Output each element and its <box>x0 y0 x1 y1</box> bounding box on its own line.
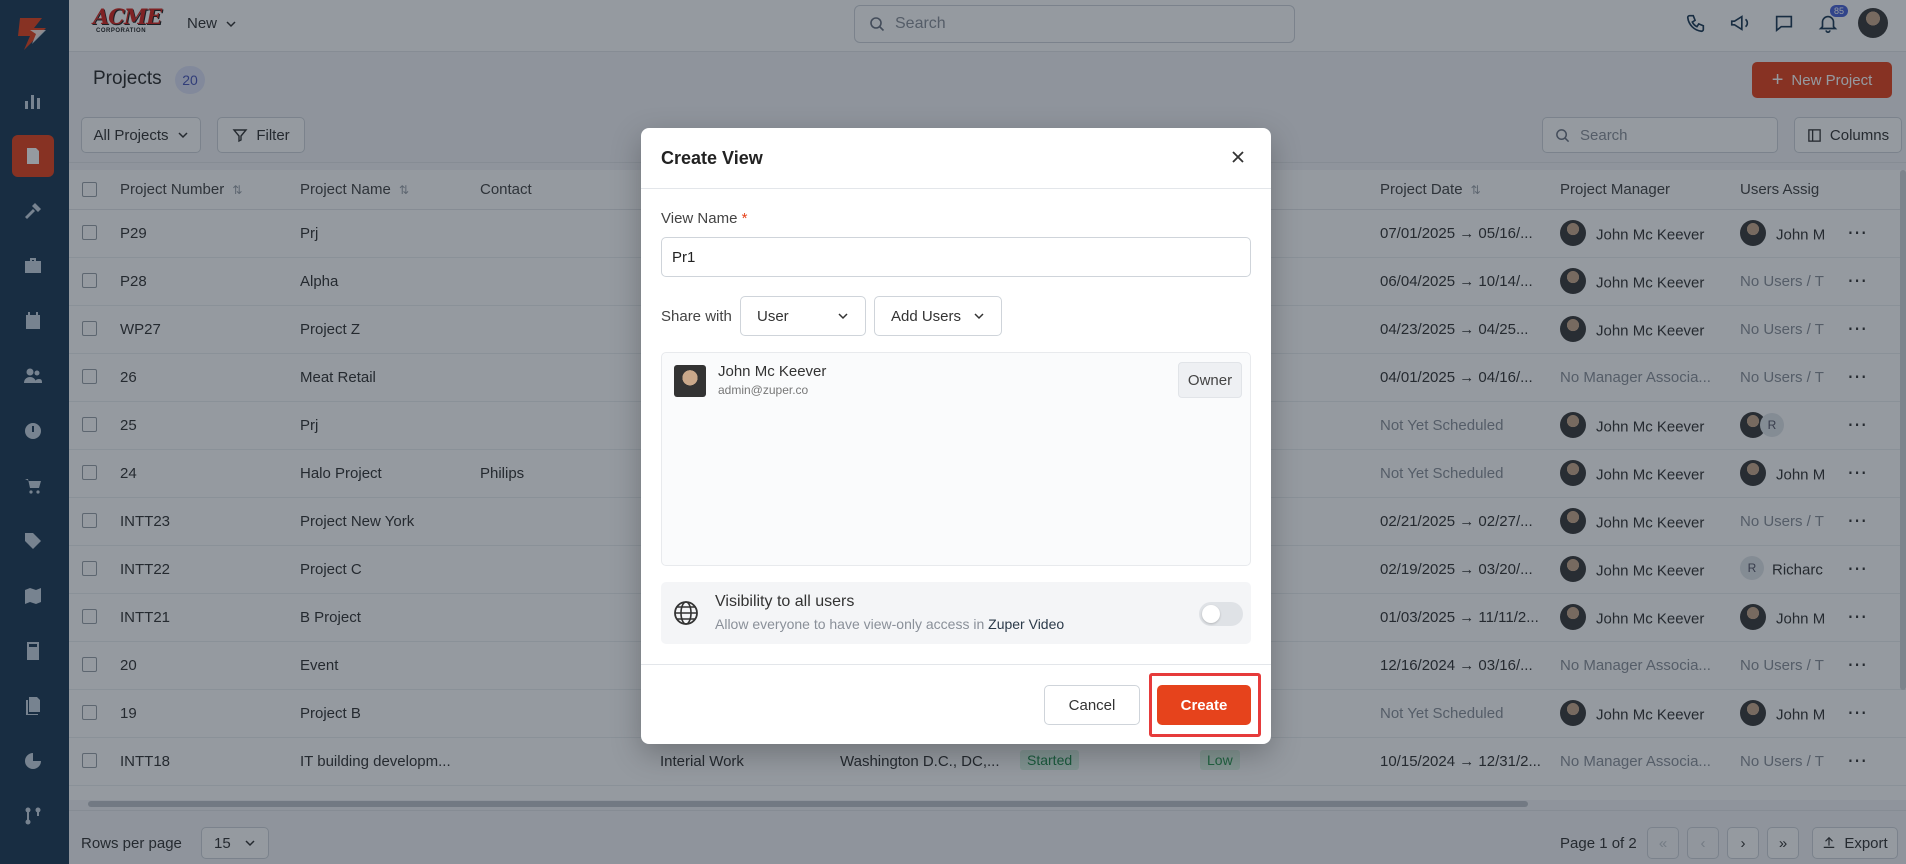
view-name-label-text: View Name <box>661 210 738 227</box>
view-name-input[interactable] <box>661 237 1251 277</box>
dialog-title: Create View <box>661 148 763 168</box>
create-button[interactable]: Create <box>1157 685 1251 725</box>
avatar <box>674 365 706 397</box>
shared-user-email: admin@zuper.co <box>718 383 809 397</box>
close-icon[interactable] <box>1227 146 1249 168</box>
share-with-label: Share with <box>661 308 732 325</box>
add-users-label: Add Users <box>890 307 962 325</box>
required-mark: * <box>741 210 748 227</box>
visibility-description: Allow everyone to have view-only access … <box>715 616 1064 632</box>
globe-icon <box>674 601 698 625</box>
chevron-down-icon <box>974 313 984 320</box>
share-type-value: User <box>757 307 789 325</box>
owner-role-badge: Owner <box>1178 362 1242 398</box>
chevron-down-icon <box>838 313 848 320</box>
dialog-footer: Cancel Create <box>641 664 1271 744</box>
toggle-knob <box>1202 605 1220 623</box>
visibility-title: Visibility to all users <box>715 593 855 610</box>
visibility-description-text: Allow everyone to have view-only access … <box>715 616 985 632</box>
add-users-select[interactable]: Add Users <box>874 296 1002 336</box>
visibility-section: Visibility to all users Allow everyone t… <box>661 582 1251 644</box>
create-view-dialog: Create View View Name * Share with User … <box>641 128 1271 744</box>
visibility-toggle[interactable] <box>1199 602 1243 626</box>
share-type-select[interactable]: User <box>740 296 866 336</box>
view-name-label: View Name * <box>661 210 747 227</box>
dialog-header: Create View <box>641 128 1271 189</box>
shared-users-list: John Mc Keever admin@zuper.co Owner <box>661 352 1251 566</box>
visibility-app-name: Zuper Video <box>988 616 1065 632</box>
shared-user-name: John Mc Keever <box>718 363 827 380</box>
cancel-button[interactable]: Cancel <box>1044 685 1140 725</box>
